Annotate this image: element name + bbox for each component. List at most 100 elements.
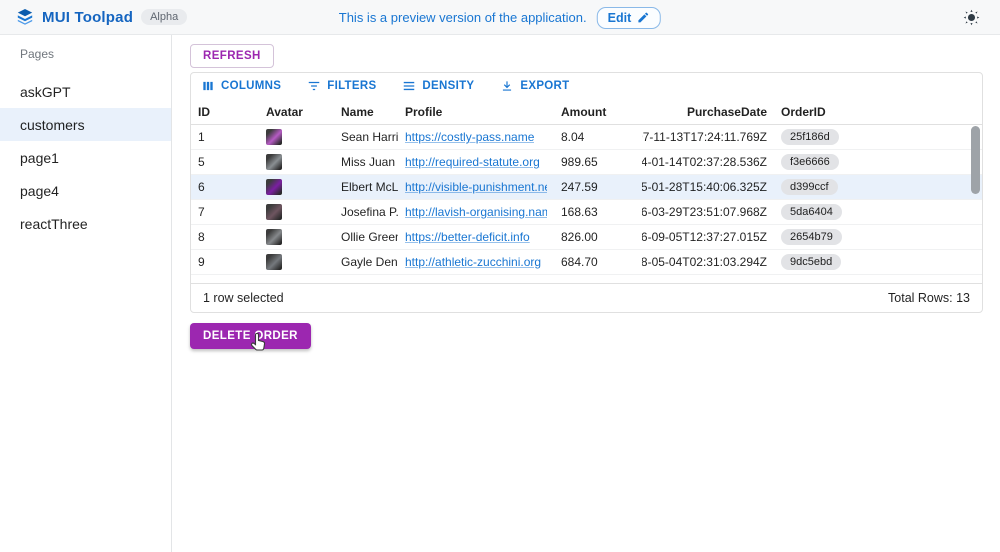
cell-profile: http://visible-punishment.net [398, 175, 554, 199]
edit-button[interactable]: Edit [597, 7, 662, 29]
cell-profile: https://costly-pass.name [398, 125, 554, 149]
sidebar-item-label: reactThree [20, 216, 88, 232]
cell-amount: 168.63 [554, 200, 642, 224]
profile-link[interactable]: https://better-deficit.info [405, 230, 530, 244]
sidebar-item-label: customers [20, 117, 85, 133]
orderid-chip: 2654b79 [781, 229, 842, 245]
sidebar-item-customers[interactable]: customers [0, 108, 171, 141]
sidebar-nav-list: askGPT customers page1 page4 reactThree [0, 75, 171, 240]
sidebar-header: Pages [0, 47, 171, 61]
column-header-id[interactable]: ID [191, 99, 259, 124]
download-icon [500, 79, 514, 93]
cell-profile: http://lavish-organising.name [398, 200, 554, 224]
profile-link[interactable]: http://visible-punishment.net [405, 180, 547, 194]
table-row[interactable]: 1 Sean Harris https://costly-pass.name 8… [191, 125, 982, 150]
cell-orderid: d399ccf [774, 175, 970, 199]
app-title: MUI Toolpad [42, 9, 133, 26]
cell-orderid: 25f186d [774, 125, 970, 149]
sidebar-item-label: page4 [20, 183, 59, 199]
table-row[interactable]: 6 Elbert McL... http://visible-punishmen… [191, 175, 982, 200]
avatar [266, 179, 282, 195]
export-button-label: EXPORT [520, 80, 569, 92]
cell-purchasedate: 2086-09-05T12:37:27.015Z [642, 225, 774, 249]
profile-link[interactable]: http://athletic-zucchini.org [405, 255, 541, 269]
cell-avatar [259, 200, 334, 224]
grid-spacer [191, 275, 982, 283]
columns-icon [201, 79, 215, 93]
cell-amount: 989.65 [554, 150, 642, 174]
pencil-icon [637, 11, 650, 24]
sidebar-item-page1[interactable]: page1 [0, 141, 171, 174]
cell-name: Elbert McL... [334, 175, 398, 199]
cell-amount: 826.00 [554, 225, 642, 249]
export-button[interactable]: EXPORT [500, 79, 569, 93]
cell-id: 6 [191, 175, 259, 199]
grid-footer: 1 row selected Total Rows: 13 [191, 283, 982, 312]
avatar [266, 229, 282, 245]
cell-avatar [259, 125, 334, 149]
cell-name: Ollie Green... [334, 225, 398, 249]
cell-purchasedate: 2045-01-28T15:40:06.325Z [642, 175, 774, 199]
column-header-orderid[interactable]: OrderID [774, 99, 970, 124]
column-header-name[interactable]: Name [334, 99, 398, 124]
avatar [266, 254, 282, 270]
cell-purchasedate: 2014-01-14T02:37:28.536Z [642, 150, 774, 174]
filters-button-label: FILTERS [327, 80, 376, 92]
cell-id: 8 [191, 225, 259, 249]
profile-link[interactable]: http://lavish-organising.name [405, 205, 547, 219]
table-row[interactable]: 9 Gayle Den... http://athletic-zucchini.… [191, 250, 982, 275]
cell-name: Miss Juan ... [334, 150, 398, 174]
grid-header-row: ID Avatar Name Profile Amount PurchaseDa… [191, 99, 982, 125]
cell-purchasedate: 2076-03-29T23:51:07.968Z [642, 200, 774, 224]
sidebar-item-label: page1 [20, 150, 59, 166]
sidebar-item-askGPT[interactable]: askGPT [0, 75, 171, 108]
column-header-avatar[interactable]: Avatar [259, 99, 334, 124]
columns-button-label: COLUMNS [221, 80, 281, 92]
density-button-label: DENSITY [422, 80, 474, 92]
sidebar: Pages askGPT customers page1 page4 react… [0, 35, 172, 552]
cell-purchasedate: 1997-11-13T17:24:11.769Z [642, 125, 774, 149]
orderid-chip: 9dc5ebd [781, 254, 841, 270]
selection-status: 1 row selected [203, 291, 284, 305]
density-button[interactable]: DENSITY [402, 79, 474, 93]
avatar [266, 129, 282, 145]
cell-avatar [259, 175, 334, 199]
filters-button[interactable]: FILTERS [307, 79, 376, 93]
theme-toggle-button[interactable] [959, 5, 984, 30]
column-header-profile[interactable]: Profile [398, 99, 554, 124]
table-row[interactable]: 5 Miss Juan ... http://required-statute.… [191, 150, 982, 175]
vertical-scrollbar[interactable] [971, 126, 980, 194]
table-row[interactable]: 8 Ollie Green... https://better-deficit.… [191, 225, 982, 250]
cell-amount: 684.70 [554, 250, 642, 274]
edit-button-label: Edit [608, 11, 632, 25]
sidebar-item-reactThree[interactable]: reactThree [0, 207, 171, 240]
cell-name: Sean Harris [334, 125, 398, 149]
avatar [266, 204, 282, 220]
columns-button[interactable]: COLUMNS [201, 79, 281, 93]
column-header-purchasedate[interactable]: PurchaseDate [642, 99, 774, 124]
profile-link[interactable]: https://costly-pass.name [405, 130, 534, 144]
total-rows-label: Total Rows: 13 [888, 291, 970, 305]
refresh-button[interactable]: REFRESH [190, 44, 274, 68]
cell-avatar [259, 150, 334, 174]
orderid-chip: f3e6666 [781, 154, 839, 170]
orderid-chip: 25f186d [781, 129, 839, 145]
orderid-chip: 5da6404 [781, 204, 842, 220]
cell-id: 1 [191, 125, 259, 149]
grid-toolbar: COLUMNS FILTERS DENSITY [191, 73, 982, 99]
app-bar: MUI Toolpad Alpha This is a preview vers… [0, 0, 1000, 35]
column-header-amount[interactable]: Amount [554, 99, 642, 124]
main-content: REFRESH COLUMNS FILTERS [172, 35, 1000, 552]
brand: MUI Toolpad Alpha [16, 8, 187, 26]
preview-banner-text: This is a preview version of the applica… [339, 10, 587, 25]
sidebar-item-page4[interactable]: page4 [0, 174, 171, 207]
cell-name: Gayle Den... [334, 250, 398, 274]
delete-order-button[interactable]: DELETE ORDER [190, 323, 311, 349]
data-grid: COLUMNS FILTERS DENSITY [190, 72, 983, 313]
table-row[interactable]: 7 Josefina P... http://lavish-organising… [191, 200, 982, 225]
cell-orderid: f3e6666 [774, 150, 970, 174]
cell-id: 9 [191, 250, 259, 274]
sun-icon [963, 9, 980, 26]
cell-amount: 247.59 [554, 175, 642, 199]
profile-link[interactable]: http://required-statute.org [405, 155, 540, 169]
